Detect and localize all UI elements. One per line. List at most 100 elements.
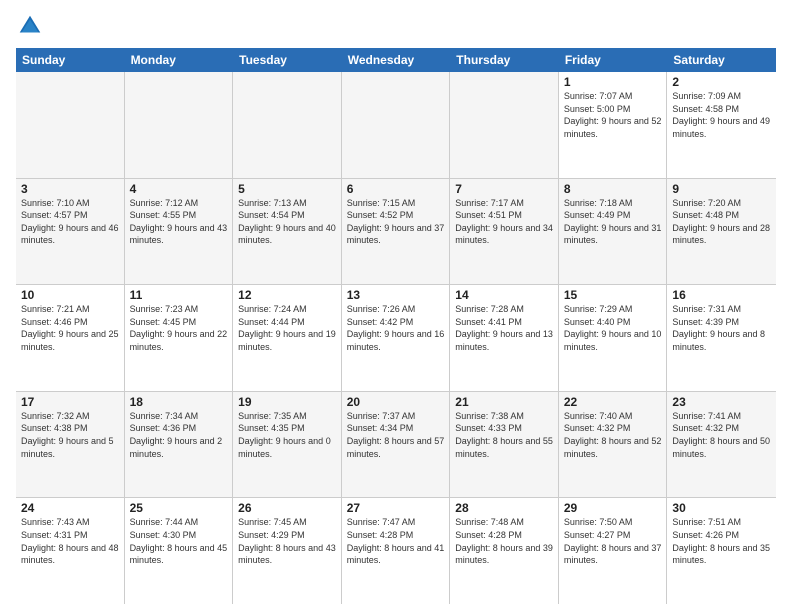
calendar-cell: 14Sunrise: 7:28 AMSunset: 4:41 PMDayligh… (450, 285, 559, 391)
day-info: Sunrise: 7:43 AMSunset: 4:31 PMDaylight:… (21, 516, 119, 566)
day-info: Sunrise: 7:51 AMSunset: 4:26 PMDaylight:… (672, 516, 771, 566)
day-info: Sunrise: 7:20 AMSunset: 4:48 PMDaylight:… (672, 197, 771, 247)
calendar-cell (233, 72, 342, 178)
calendar-row: 1Sunrise: 7:07 AMSunset: 5:00 PMDaylight… (16, 72, 776, 179)
calendar-cell: 1Sunrise: 7:07 AMSunset: 5:00 PMDaylight… (559, 72, 668, 178)
day-number: 1 (564, 75, 662, 89)
day-info: Sunrise: 7:32 AMSunset: 4:38 PMDaylight:… (21, 410, 119, 460)
calendar-cell: 6Sunrise: 7:15 AMSunset: 4:52 PMDaylight… (342, 179, 451, 285)
calendar: SundayMondayTuesdayWednesdayThursdayFrid… (16, 48, 776, 604)
day-info: Sunrise: 7:18 AMSunset: 4:49 PMDaylight:… (564, 197, 662, 247)
calendar-cell: 18Sunrise: 7:34 AMSunset: 4:36 PMDayligh… (125, 392, 234, 498)
day-number: 3 (21, 182, 119, 196)
calendar-header-cell: Sunday (16, 48, 125, 72)
day-number: 10 (21, 288, 119, 302)
calendar-cell (450, 72, 559, 178)
logo (16, 12, 46, 40)
calendar-cell: 29Sunrise: 7:50 AMSunset: 4:27 PMDayligh… (559, 498, 668, 604)
day-info: Sunrise: 7:07 AMSunset: 5:00 PMDaylight:… (564, 90, 662, 140)
calendar-cell: 27Sunrise: 7:47 AMSunset: 4:28 PMDayligh… (342, 498, 451, 604)
day-info: Sunrise: 7:21 AMSunset: 4:46 PMDaylight:… (21, 303, 119, 353)
day-info: Sunrise: 7:09 AMSunset: 4:58 PMDaylight:… (672, 90, 771, 140)
day-info: Sunrise: 7:23 AMSunset: 4:45 PMDaylight:… (130, 303, 228, 353)
calendar-header-cell: Friday (559, 48, 668, 72)
calendar-cell: 17Sunrise: 7:32 AMSunset: 4:38 PMDayligh… (16, 392, 125, 498)
day-number: 23 (672, 395, 771, 409)
day-info: Sunrise: 7:44 AMSunset: 4:30 PMDaylight:… (130, 516, 228, 566)
calendar-header-cell: Tuesday (233, 48, 342, 72)
day-number: 25 (130, 501, 228, 515)
day-number: 18 (130, 395, 228, 409)
page: SundayMondayTuesdayWednesdayThursdayFrid… (0, 0, 792, 612)
day-info: Sunrise: 7:24 AMSunset: 4:44 PMDaylight:… (238, 303, 336, 353)
day-number: 17 (21, 395, 119, 409)
day-number: 20 (347, 395, 445, 409)
calendar-body: 1Sunrise: 7:07 AMSunset: 5:00 PMDaylight… (16, 72, 776, 604)
day-number: 14 (455, 288, 553, 302)
calendar-cell: 22Sunrise: 7:40 AMSunset: 4:32 PMDayligh… (559, 392, 668, 498)
day-number: 16 (672, 288, 771, 302)
day-info: Sunrise: 7:37 AMSunset: 4:34 PMDaylight:… (347, 410, 445, 460)
day-number: 12 (238, 288, 336, 302)
day-info: Sunrise: 7:28 AMSunset: 4:41 PMDaylight:… (455, 303, 553, 353)
calendar-cell: 20Sunrise: 7:37 AMSunset: 4:34 PMDayligh… (342, 392, 451, 498)
calendar-row: 24Sunrise: 7:43 AMSunset: 4:31 PMDayligh… (16, 498, 776, 604)
calendar-header-cell: Monday (125, 48, 234, 72)
calendar-header: SundayMondayTuesdayWednesdayThursdayFrid… (16, 48, 776, 72)
day-number: 5 (238, 182, 336, 196)
day-number: 27 (347, 501, 445, 515)
day-number: 29 (564, 501, 662, 515)
day-number: 9 (672, 182, 771, 196)
calendar-cell: 24Sunrise: 7:43 AMSunset: 4:31 PMDayligh… (16, 498, 125, 604)
calendar-cell: 9Sunrise: 7:20 AMSunset: 4:48 PMDaylight… (667, 179, 776, 285)
calendar-cell: 30Sunrise: 7:51 AMSunset: 4:26 PMDayligh… (667, 498, 776, 604)
calendar-cell: 15Sunrise: 7:29 AMSunset: 4:40 PMDayligh… (559, 285, 668, 391)
day-number: 21 (455, 395, 553, 409)
day-info: Sunrise: 7:13 AMSunset: 4:54 PMDaylight:… (238, 197, 336, 247)
day-info: Sunrise: 7:40 AMSunset: 4:32 PMDaylight:… (564, 410, 662, 460)
day-info: Sunrise: 7:15 AMSunset: 4:52 PMDaylight:… (347, 197, 445, 247)
day-number: 15 (564, 288, 662, 302)
calendar-cell: 19Sunrise: 7:35 AMSunset: 4:35 PMDayligh… (233, 392, 342, 498)
calendar-cell: 11Sunrise: 7:23 AMSunset: 4:45 PMDayligh… (125, 285, 234, 391)
calendar-row: 10Sunrise: 7:21 AMSunset: 4:46 PMDayligh… (16, 285, 776, 392)
day-info: Sunrise: 7:35 AMSunset: 4:35 PMDaylight:… (238, 410, 336, 460)
calendar-cell: 13Sunrise: 7:26 AMSunset: 4:42 PMDayligh… (342, 285, 451, 391)
calendar-cell: 23Sunrise: 7:41 AMSunset: 4:32 PMDayligh… (667, 392, 776, 498)
day-number: 6 (347, 182, 445, 196)
calendar-header-cell: Saturday (667, 48, 776, 72)
day-info: Sunrise: 7:41 AMSunset: 4:32 PMDaylight:… (672, 410, 771, 460)
day-info: Sunrise: 7:17 AMSunset: 4:51 PMDaylight:… (455, 197, 553, 247)
day-number: 2 (672, 75, 771, 89)
day-number: 7 (455, 182, 553, 196)
calendar-header-cell: Wednesday (342, 48, 451, 72)
day-info: Sunrise: 7:34 AMSunset: 4:36 PMDaylight:… (130, 410, 228, 460)
calendar-cell (125, 72, 234, 178)
calendar-cell (342, 72, 451, 178)
day-number: 13 (347, 288, 445, 302)
day-number: 19 (238, 395, 336, 409)
day-info: Sunrise: 7:38 AMSunset: 4:33 PMDaylight:… (455, 410, 553, 460)
calendar-row: 17Sunrise: 7:32 AMSunset: 4:38 PMDayligh… (16, 392, 776, 499)
calendar-cell: 21Sunrise: 7:38 AMSunset: 4:33 PMDayligh… (450, 392, 559, 498)
calendar-header-cell: Thursday (450, 48, 559, 72)
calendar-cell: 8Sunrise: 7:18 AMSunset: 4:49 PMDaylight… (559, 179, 668, 285)
calendar-cell: 4Sunrise: 7:12 AMSunset: 4:55 PMDaylight… (125, 179, 234, 285)
calendar-cell: 10Sunrise: 7:21 AMSunset: 4:46 PMDayligh… (16, 285, 125, 391)
logo-icon (16, 12, 44, 40)
day-number: 11 (130, 288, 228, 302)
calendar-cell: 16Sunrise: 7:31 AMSunset: 4:39 PMDayligh… (667, 285, 776, 391)
day-info: Sunrise: 7:50 AMSunset: 4:27 PMDaylight:… (564, 516, 662, 566)
calendar-row: 3Sunrise: 7:10 AMSunset: 4:57 PMDaylight… (16, 179, 776, 286)
day-info: Sunrise: 7:47 AMSunset: 4:28 PMDaylight:… (347, 516, 445, 566)
calendar-cell (16, 72, 125, 178)
calendar-cell: 28Sunrise: 7:48 AMSunset: 4:28 PMDayligh… (450, 498, 559, 604)
day-info: Sunrise: 7:31 AMSunset: 4:39 PMDaylight:… (672, 303, 771, 353)
header (16, 12, 776, 40)
day-number: 24 (21, 501, 119, 515)
day-number: 22 (564, 395, 662, 409)
calendar-cell: 5Sunrise: 7:13 AMSunset: 4:54 PMDaylight… (233, 179, 342, 285)
day-number: 4 (130, 182, 228, 196)
calendar-cell: 2Sunrise: 7:09 AMSunset: 4:58 PMDaylight… (667, 72, 776, 178)
day-number: 8 (564, 182, 662, 196)
